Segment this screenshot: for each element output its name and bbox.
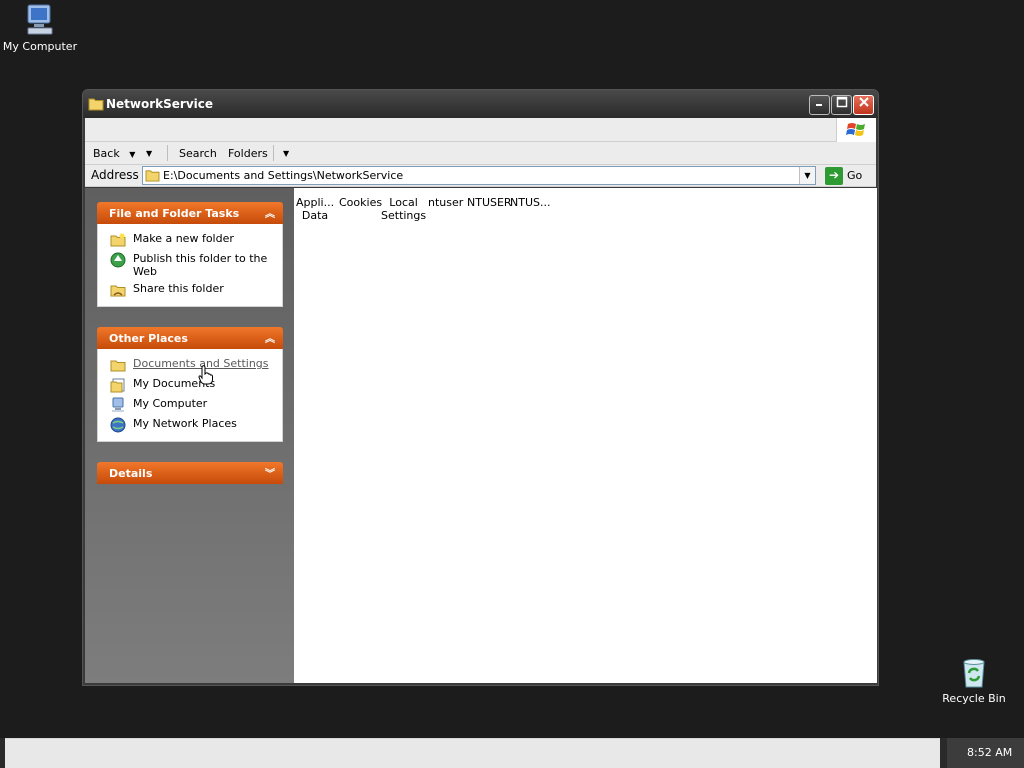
close-button[interactable] [853,95,874,115]
network-places-icon [110,417,126,433]
place-my-documents[interactable]: My Documents [110,377,282,397]
chevron-down-icon: ▼ [129,150,136,159]
address-bar: Address E:\Documents and Settings\Networ… [85,165,876,187]
desktop-icon-my-computer[interactable]: My Computer [0,2,80,53]
search-button[interactable]: Search [179,147,217,160]
file-label: Local [389,196,418,209]
chevron-down-icon: ︾ [265,469,275,480]
recycle-bin-icon [963,659,985,688]
toolbar: Back ▼ ▼ Search Folders ▼ [85,142,876,165]
folder-icon [88,98,104,111]
arrow-right-icon: ➔ [825,167,843,185]
file-label: Appli... [296,196,335,209]
panel-body: Make a new folder Publish this folder to… [97,224,283,307]
place-label: My Network Places [133,417,237,430]
my-computer-icon [27,4,53,35]
file-item-ntuser[interactable]: ntuser [428,196,463,209]
my-computer-icon [112,397,124,412]
place-my-network-places[interactable]: My Network Places [110,417,282,437]
file-label: NTUSER [467,196,512,209]
task-publish-folder[interactable]: Publish this folder to the Web [110,252,282,282]
file-item-local-settings[interactable]: Local Settings [381,196,426,222]
file-folder-tasks-panel: File and Folder Tasks ︽ Make a new folde… [97,202,283,307]
panel-title: Details [109,467,153,480]
maximize-button[interactable] [831,95,852,115]
folder-icon [110,360,126,372]
task-pane: File and Folder Tasks ︽ Make a new folde… [85,188,294,683]
task-label: Publish this folder to the Web [133,252,268,278]
go-label: Go [847,169,863,182]
task-label: Make a new folder [133,232,234,245]
go-button[interactable]: ➔ Go [825,167,865,185]
file-folder-tasks-header[interactable]: File and Folder Tasks ︽ [97,202,283,224]
hand-cursor-icon [198,365,213,385]
desktop-icon-label: My Computer [2,40,78,53]
other-places-header[interactable]: Other Places ︽ [97,327,283,349]
back-button[interactable]: Back ▼ [93,147,135,160]
menu-bar [85,118,876,142]
views-dropdown[interactable]: ▼ [283,149,289,158]
minimize-button[interactable] [809,95,830,115]
maximize-icon [836,96,847,108]
task-label: Share this folder [133,282,224,295]
minimize-icon [815,104,822,106]
details-header[interactable]: Details ︾ [97,462,283,484]
my-documents-icon [110,378,125,393]
file-item-application-data[interactable]: Appli... Data [296,196,334,222]
desktop-icon-recycle-bin[interactable]: Recycle Bin [934,656,1014,705]
windows-logo [836,118,876,142]
place-my-computer[interactable]: My Computer [110,397,282,417]
file-list-view[interactable]: Appli... Data Cookies Local Settings ntu… [294,188,877,683]
new-folder-icon [110,233,126,247]
window-title: NetworkService [106,97,214,111]
chevron-up-icon: ︽ [265,209,275,220]
other-places-panel: Other Places ︽ Documents and Settings My… [97,327,283,442]
place-documents-and-settings[interactable]: Documents and Settings [110,357,282,377]
task-make-new-folder[interactable]: Make a new folder [110,232,282,252]
title-bar[interactable]: NetworkService [83,90,878,118]
address-label: Address [91,168,139,182]
toolbar-divider [167,145,168,161]
address-input[interactable]: E:\Documents and Settings\NetworkService… [142,166,816,185]
address-value: E:\Documents and Settings\NetworkService [163,169,404,182]
taskbar: 8:52 AM [0,738,1024,768]
file-item-cookies[interactable]: Cookies [339,196,382,209]
globe-publish-icon [110,252,126,268]
file-label: NTUS... [510,196,551,209]
forward-dropdown[interactable]: ▼ [146,149,152,158]
system-tray: 8:52 AM [947,738,1024,768]
taskbar-buttons-area[interactable] [5,738,940,768]
panel-title: Other Places [109,332,188,345]
folder-icon [145,170,160,182]
file-label-line2: Settings [381,209,427,222]
details-panel: Details ︾ [97,462,283,484]
close-icon [858,97,869,107]
share-folder-icon [110,285,126,297]
panel-body: Documents and Settings My Documents My C… [97,349,283,442]
file-label: ntuser [428,196,464,209]
panel-title: File and Folder Tasks [109,207,240,220]
windows-flag-icon [846,123,865,136]
toolbar-divider [273,145,274,161]
file-item-ntuser-dat[interactable]: NTUSER [467,196,512,209]
clock[interactable]: 8:52 AM [967,746,1012,759]
file-label-line2: Data [301,209,329,222]
chevron-up-icon: ︽ [265,334,275,345]
desktop-icon-label: Recycle Bin [942,692,1006,705]
file-item-ntuser-ini[interactable]: NTUS... [510,196,550,209]
explorer-window: NetworkService Back ▼ ▼ Search Folders ▼… [82,89,879,686]
back-label: Back [93,147,120,160]
folders-button[interactable]: Folders [228,147,268,160]
address-dropdown-button[interactable]: ▼ [799,167,815,184]
file-label: Cookies [339,196,383,209]
place-label: My Computer [133,397,208,410]
task-share-folder[interactable]: Share this folder [110,282,282,302]
